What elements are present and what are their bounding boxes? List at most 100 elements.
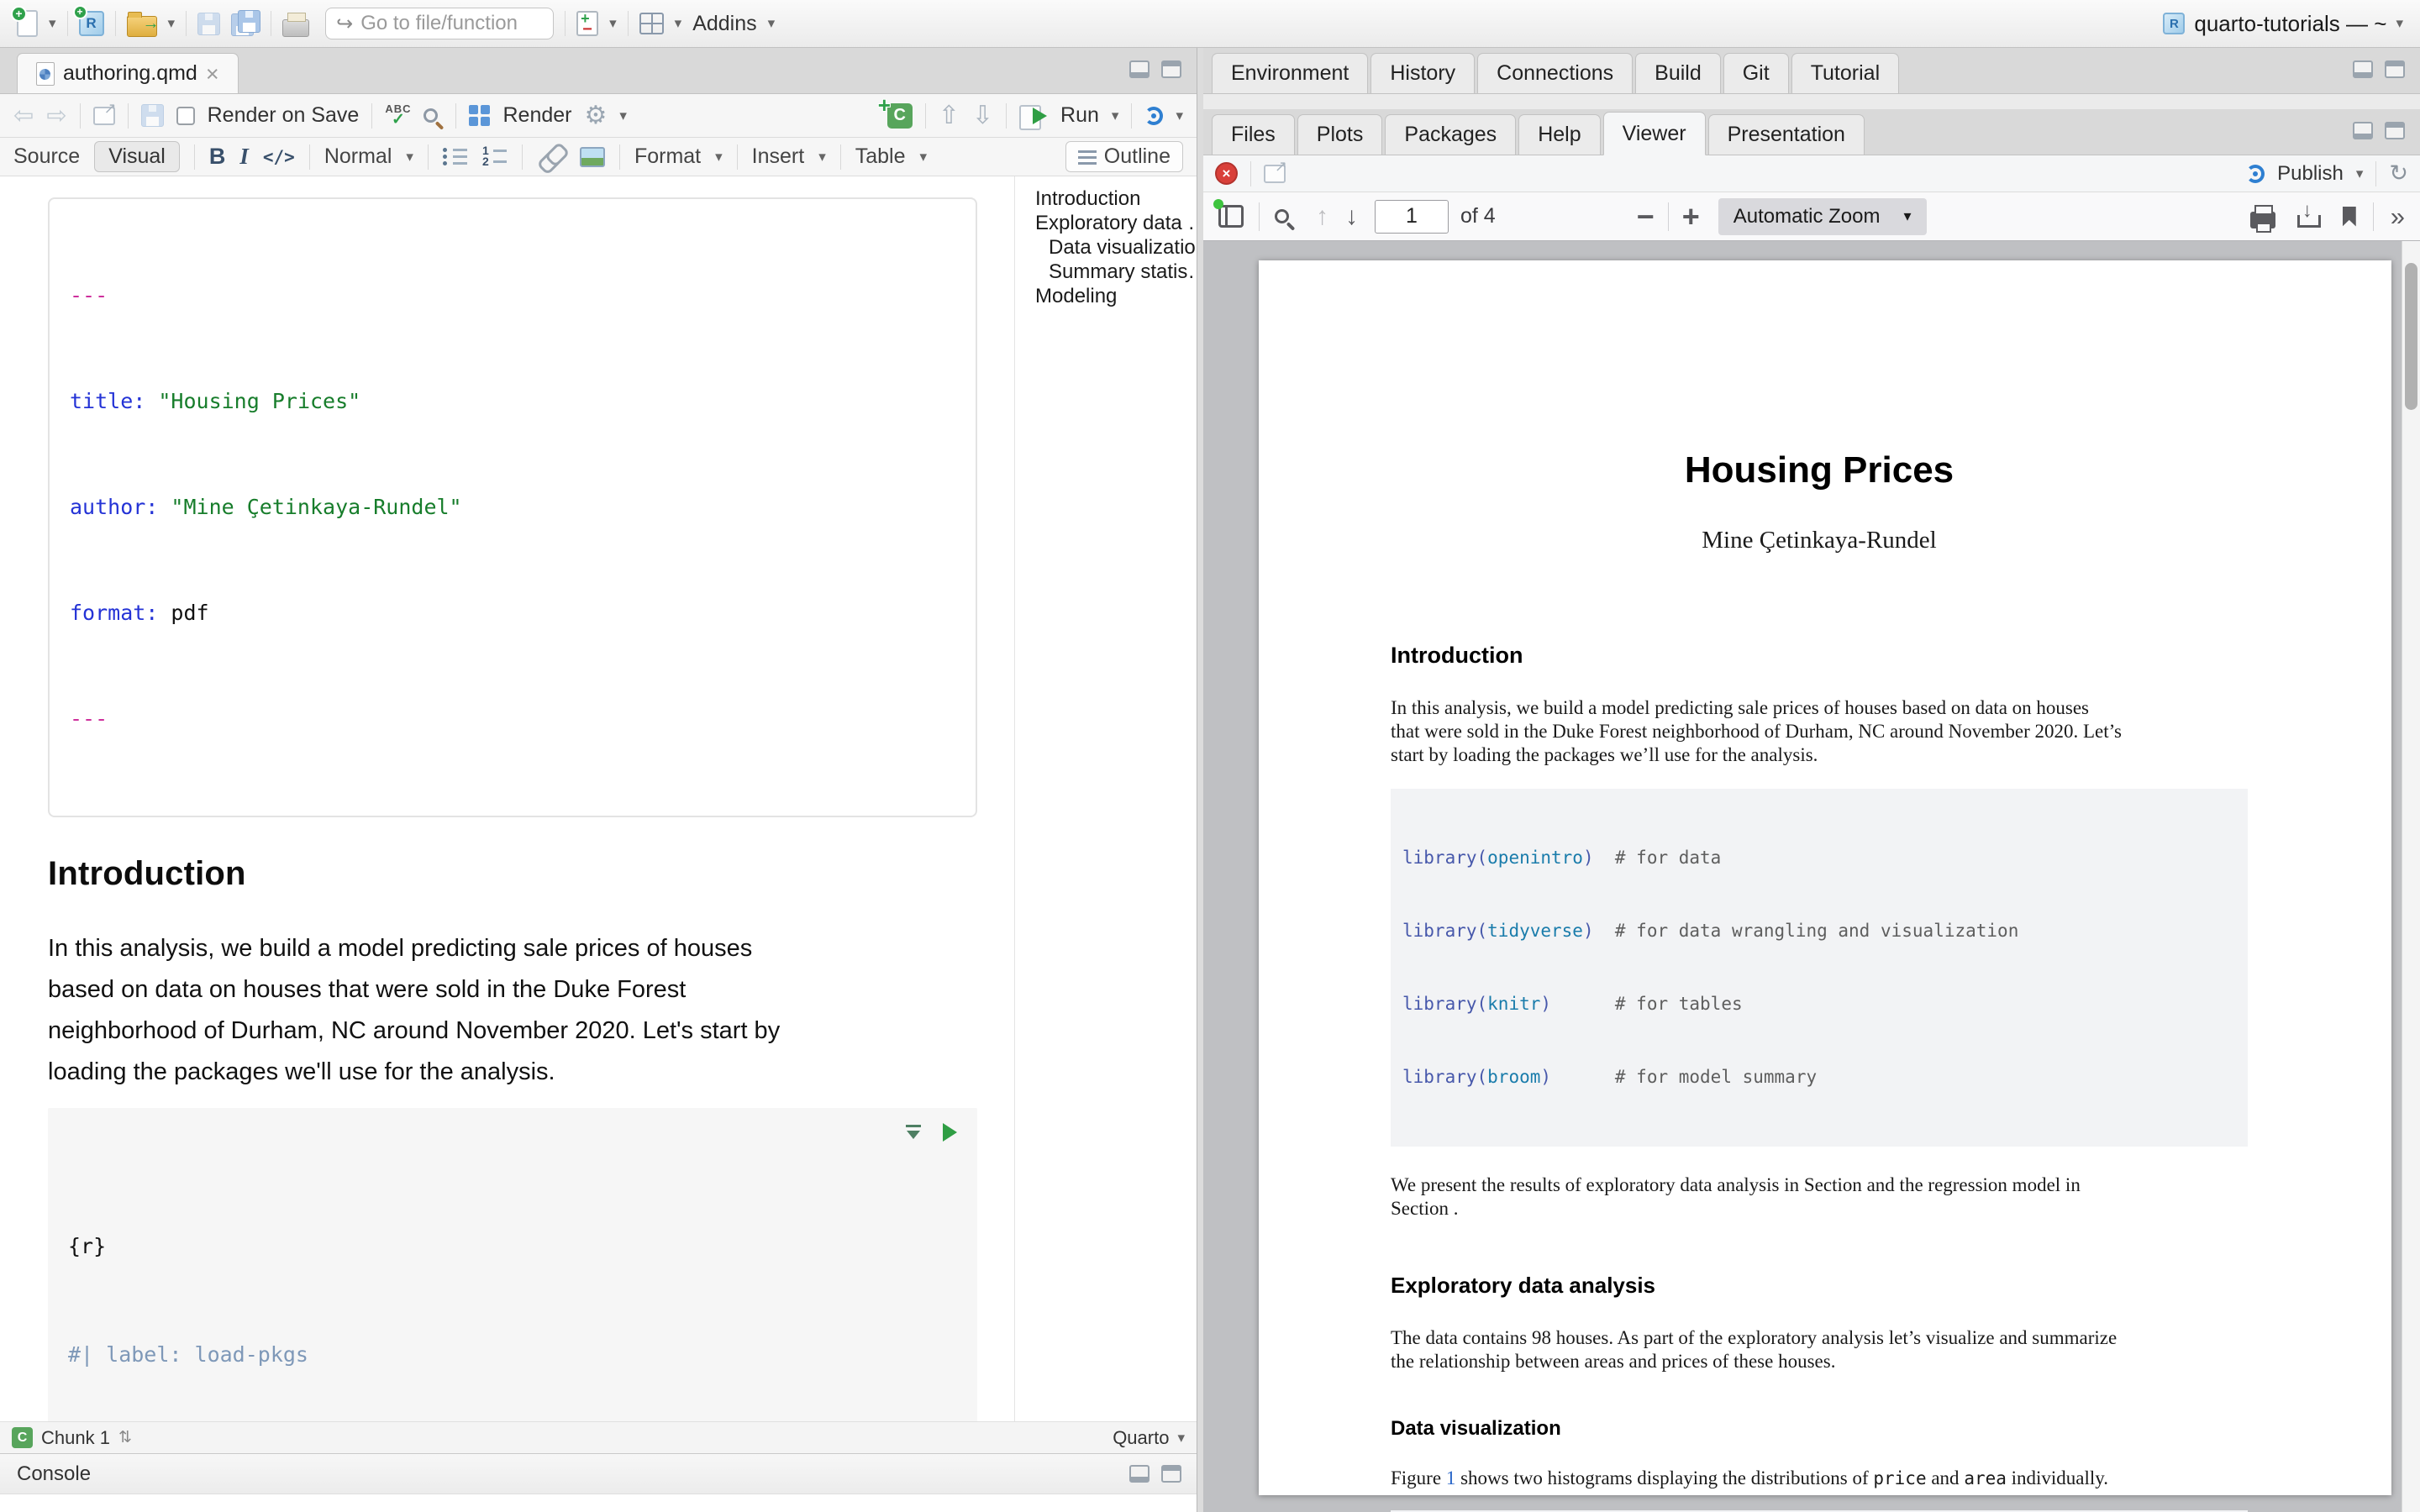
run-next-icon[interactable]: ⇩ — [972, 101, 993, 130]
minimize-pane-icon[interactable] — [2353, 60, 2373, 78]
outline-item-eda[interactable]: Exploratory data … — [1035, 211, 1197, 235]
italic-button[interactable]: I — [239, 144, 249, 170]
run-dropdown-icon[interactable]: ▾ — [1112, 108, 1119, 124]
run-button[interactable]: Run — [1060, 103, 1099, 128]
render-icon[interactable] — [469, 105, 490, 126]
maximize-pane-icon[interactable] — [1161, 1465, 1181, 1483]
minimize-pane-icon[interactable] — [1129, 60, 1150, 78]
paragraph-style-dropdown-icon[interactable]: ▾ — [406, 149, 413, 165]
visual-mode-toggle[interactable]: Visual — [94, 141, 180, 172]
tab-plots[interactable]: Plots — [1297, 114, 1383, 155]
minimize-pane-icon[interactable] — [1129, 1465, 1150, 1483]
outline-toggle[interactable]: Outline — [1065, 141, 1183, 172]
pdf-bookmark-icon[interactable] — [2343, 207, 2356, 227]
workspace-panes-icon[interactable] — [639, 13, 664, 34]
format-menu[interactable]: Format — [634, 144, 701, 169]
figure-link[interactable]: 1 — [1446, 1467, 1456, 1488]
minimize-pane-icon[interactable] — [2353, 122, 2373, 139]
outline-item-introduction[interactable]: Introduction — [1035, 186, 1197, 211]
run-chunks-above-icon[interactable] — [904, 1125, 923, 1140]
new-file-icon[interactable]: + — [17, 10, 38, 37]
pdf-print-icon[interactable] — [2250, 212, 2275, 228]
pdf-search-icon[interactable] — [1275, 209, 1289, 223]
tab-tutorial[interactable]: Tutorial — [1791, 53, 1899, 93]
render-options-dropdown-icon[interactable]: ▾ — [619, 108, 627, 124]
outline-item-summary-statistics[interactable]: Summary statis… — [1035, 260, 1197, 284]
publish-dropdown-icon[interactable]: ▾ — [2356, 165, 2364, 182]
maximize-pane-icon[interactable] — [2385, 60, 2405, 78]
panes-dropdown-icon[interactable]: ▾ — [675, 15, 682, 32]
spellcheck-icon[interactable]: ABC✓ — [385, 103, 411, 128]
search-icon[interactable] — [424, 108, 438, 123]
tab-help[interactable]: Help — [1518, 114, 1600, 155]
tab-viewer[interactable]: Viewer — [1603, 112, 1706, 155]
console-header[interactable]: Console — [0, 1454, 1197, 1494]
run-chunk-icon[interactable] — [943, 1123, 957, 1142]
tab-connections[interactable]: Connections — [1477, 53, 1633, 93]
source-mode-toggle[interactable]: Source — [13, 144, 80, 169]
pdf-page-input[interactable]: 1 — [1375, 200, 1449, 234]
back-icon[interactable]: ⇦ — [13, 101, 34, 130]
bold-button[interactable]: B — [209, 144, 226, 170]
zoom-out-icon[interactable]: − — [1637, 199, 1655, 234]
render-button[interactable]: Render — [502, 103, 571, 128]
image-icon[interactable] — [580, 147, 605, 167]
open-recent-dropdown-icon[interactable]: ▾ — [168, 15, 176, 32]
maximize-pane-icon[interactable] — [1161, 60, 1181, 78]
render-on-save-checkbox[interactable] — [176, 107, 195, 125]
run-icon[interactable] — [1019, 104, 1048, 128]
new-file-dropdown-icon[interactable]: ▾ — [49, 15, 56, 32]
numbered-list-icon[interactable]: 2 — [482, 146, 508, 167]
scrollbar-thumb[interactable] — [2405, 263, 2417, 410]
version-control-dropdown-icon[interactable]: ▾ — [609, 15, 617, 32]
publish-icon[interactable] — [2246, 165, 2265, 183]
table-menu[interactable]: Table — [855, 144, 906, 169]
visual-editor-content[interactable]: --- title: "Housing Prices" author: "Min… — [0, 176, 1014, 1421]
tab-authoring-qmd[interactable]: authoring.qmd × — [17, 53, 239, 93]
table-dropdown-icon[interactable]: ▾ — [920, 149, 928, 165]
tab-history[interactable]: History — [1370, 53, 1475, 93]
bullet-list-icon[interactable] — [443, 146, 468, 167]
save-icon[interactable] — [141, 104, 164, 127]
gear-icon[interactable]: ⚙ — [584, 101, 607, 130]
goto-file-input[interactable]: ↪ Go to file/function — [325, 8, 554, 39]
chunk-indicator[interactable]: Chunk 1 — [41, 1427, 110, 1449]
insert-menu[interactable]: Insert — [752, 144, 805, 169]
forward-icon[interactable]: ⇨ — [46, 101, 66, 130]
insert-chunk-icon[interactable]: C — [887, 103, 913, 129]
pdf-next-page-icon[interactable]: ↓ — [1345, 202, 1358, 231]
scrollbar[interactable] — [2402, 241, 2420, 1512]
format-dropdown-icon[interactable]: ▾ — [715, 149, 723, 165]
format-status-dropdown-icon[interactable]: ▾ — [1177, 1430, 1185, 1446]
open-file-icon[interactable]: → — [127, 16, 157, 37]
tab-packages[interactable]: Packages — [1385, 114, 1516, 155]
pdf-viewer-area[interactable]: Housing Prices Mine Çetinkaya-Rundel Int… — [1203, 241, 2420, 1512]
project-selector[interactable]: R quarto-tutorials — ~ ▾ — [2163, 11, 2403, 37]
pdf-previous-page-icon[interactable]: ↑ — [1316, 202, 1328, 231]
code-format-button[interactable]: </> — [263, 147, 295, 167]
maximize-pane-icon[interactable] — [2385, 122, 2405, 139]
outline-item-modeling[interactable]: Modeling — [1035, 284, 1197, 308]
document-format-label[interactable]: Quarto — [1113, 1427, 1169, 1449]
outline-item-data-visualization[interactable]: Data visualization — [1035, 235, 1197, 260]
addins-menu[interactable]: Addins — [692, 12, 756, 36]
save-all-icon[interactable] — [231, 10, 260, 37]
tab-environment[interactable]: Environment — [1212, 53, 1368, 93]
save-icon[interactable] — [197, 13, 220, 35]
tab-git[interactable]: Git — [1723, 53, 1789, 93]
version-control-icon[interactable]: +− — [576, 11, 598, 36]
run-previous-icon[interactable]: ⇧ — [939, 101, 960, 130]
chunk-stepper-icon[interactable]: ⇅ — [118, 1428, 132, 1447]
close-icon[interactable]: × — [206, 66, 219, 82]
insert-dropdown-icon[interactable]: ▾ — [818, 149, 826, 165]
print-icon[interactable] — [282, 19, 309, 37]
publish-icon[interactable] — [1144, 107, 1163, 125]
zoom-level-select[interactable]: Automatic Zoom ▾ — [1718, 198, 1927, 235]
tab-presentation[interactable]: Presentation — [1708, 114, 1865, 155]
popout-icon[interactable] — [93, 107, 115, 125]
pdf-more-tools-icon[interactable]: » — [2391, 202, 2405, 232]
tab-files[interactable]: Files — [1212, 114, 1295, 155]
code-chunk[interactable]: {r} #| label: load-pkgs #| code-summary:… — [48, 1108, 977, 1421]
pdf-sidebar-toggle-icon[interactable] — [1218, 205, 1244, 228]
link-icon[interactable] — [536, 143, 567, 174]
